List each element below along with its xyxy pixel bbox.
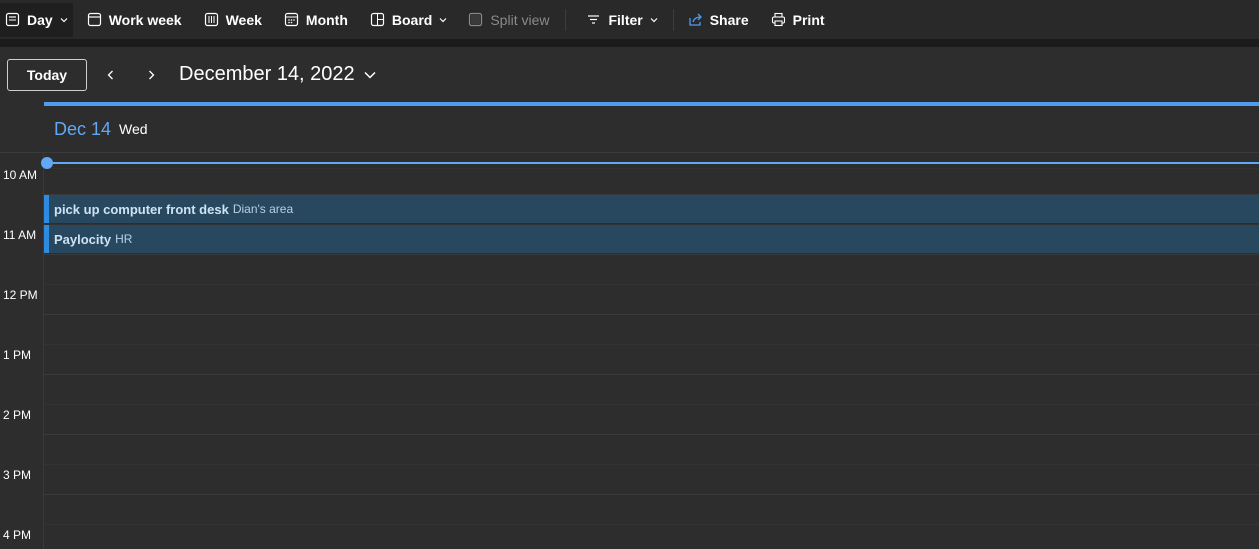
day-column-header[interactable]: Dec 14 Wed xyxy=(44,102,1259,152)
day-view-button[interactable]: Day xyxy=(0,2,73,37)
calendar-month-icon xyxy=(284,12,299,27)
month-label: Month xyxy=(305,11,348,28)
time-label: 1 PM xyxy=(3,348,32,362)
current-time-line xyxy=(47,162,1259,164)
event-title: pick up computer front desk xyxy=(54,201,229,217)
filter-button[interactable]: Filter xyxy=(578,0,666,39)
day-weekday: Wed xyxy=(119,121,148,137)
share-button[interactable]: Share xyxy=(680,0,757,39)
today-button[interactable]: Today xyxy=(7,58,87,91)
board-icon xyxy=(370,12,385,27)
day-view-label: Day xyxy=(27,11,53,28)
time-label: 10 AM xyxy=(3,168,38,182)
half-hour-line xyxy=(44,524,1259,525)
hour-line xyxy=(44,254,1259,255)
time-label: 11 AM xyxy=(3,228,37,242)
share-icon xyxy=(688,12,703,27)
calendar-event[interactable]: Paylocity HR xyxy=(44,225,1259,253)
board-label: Board xyxy=(391,11,433,28)
calendar-event[interactable]: pick up computer front desk Dian's area xyxy=(44,195,1259,223)
event-location: HR xyxy=(115,232,133,246)
header-divider xyxy=(0,152,1259,153)
half-hour-line xyxy=(44,168,1259,169)
split-view-icon xyxy=(468,12,483,27)
current-time-dot xyxy=(41,157,53,169)
calendar-work-week-icon xyxy=(87,12,102,27)
calendar-navigation: Today December 14, 2022 xyxy=(0,47,1259,102)
print-icon xyxy=(771,12,786,27)
board-view-button[interactable]: Board xyxy=(362,0,456,39)
filter-icon xyxy=(586,12,601,27)
day-date: Dec 14 xyxy=(54,118,112,139)
time-label: 4 PM xyxy=(3,528,32,542)
print-button[interactable]: Print xyxy=(763,0,833,39)
split-view-label: Split view xyxy=(490,11,550,28)
hour-line xyxy=(44,434,1259,435)
next-day-button[interactable] xyxy=(131,59,171,91)
hour-line xyxy=(44,494,1259,495)
toolbar-divider xyxy=(672,8,674,31)
calendar-week-icon xyxy=(204,12,219,27)
filter-label: Filter xyxy=(608,11,643,28)
toolbar-divider-strip xyxy=(0,39,1259,47)
chevron-left-icon xyxy=(107,70,113,79)
current-date-label: December 14, 2022 xyxy=(179,63,355,85)
week-view-button[interactable]: Week xyxy=(196,0,270,39)
half-hour-line xyxy=(44,404,1259,405)
split-view-button[interactable]: Split view xyxy=(460,0,557,39)
half-hour-line xyxy=(44,464,1259,465)
day-calendar-grid: Dec 14 Wed 10 AM 11 AM 12 PM 1 PM 2 PM 3… xyxy=(0,102,1259,549)
hour-line xyxy=(44,374,1259,375)
week-label: Week xyxy=(225,11,262,28)
time-label: 3 PM xyxy=(3,468,32,482)
print-label: Print xyxy=(792,11,825,28)
chevron-right-icon xyxy=(149,70,155,79)
calendar-day-icon xyxy=(5,12,20,27)
time-label: 12 PM xyxy=(3,288,38,302)
chevron-down-icon[interactable] xyxy=(649,15,659,25)
chevron-down-icon xyxy=(363,68,377,82)
half-hour-line xyxy=(44,344,1259,345)
command-toolbar: Day Work week Week Month Board Split vie… xyxy=(0,0,1259,39)
work-week-view-button[interactable]: Work week xyxy=(79,0,190,39)
time-label: 2 PM xyxy=(3,408,32,422)
toolbar-divider xyxy=(565,8,567,31)
previous-day-button[interactable] xyxy=(91,59,131,91)
chevron-down-icon[interactable] xyxy=(59,15,69,25)
work-week-label: Work week xyxy=(108,11,182,28)
month-view-button[interactable]: Month xyxy=(276,0,356,39)
event-location: Dian's area xyxy=(232,202,294,216)
event-title: Paylocity xyxy=(54,231,112,247)
share-label: Share xyxy=(709,11,749,28)
hour-line xyxy=(44,314,1259,315)
chevron-down-icon[interactable] xyxy=(438,15,448,25)
date-picker-button[interactable]: December 14, 2022 xyxy=(179,63,377,86)
half-hour-line xyxy=(44,284,1259,285)
